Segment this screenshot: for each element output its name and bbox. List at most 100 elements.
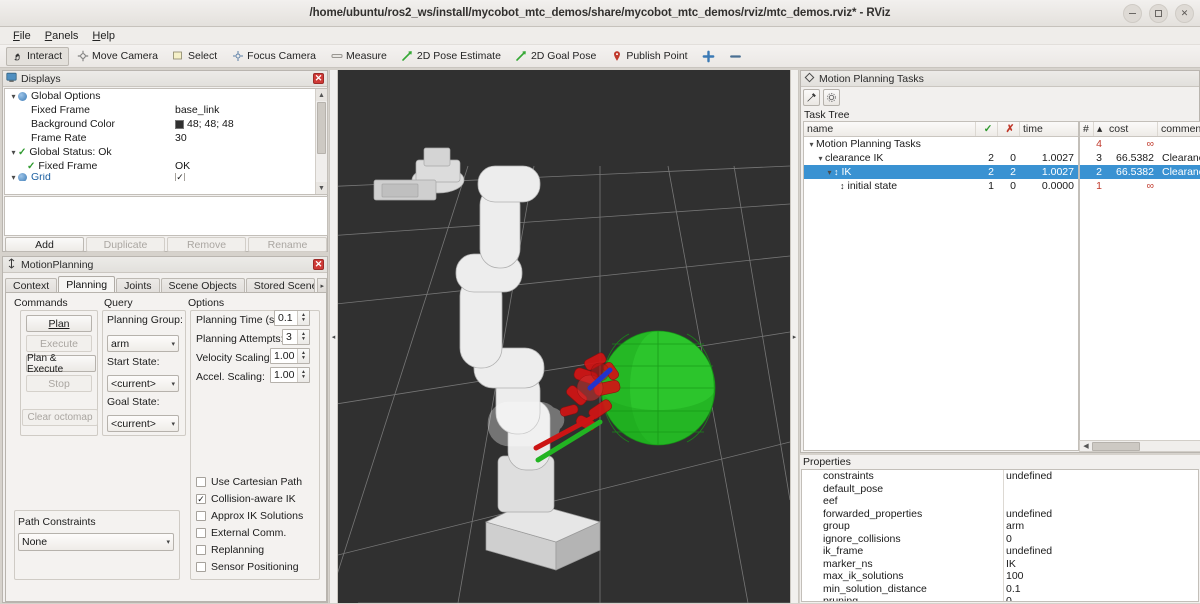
menu-help[interactable]: Help	[85, 29, 122, 43]
task-tree-table[interactable]: name ✓ ✗ time ▾ Motion Planning Tasks ▾ cl…	[803, 121, 1079, 451]
hscroll-thumb[interactable]	[1092, 441, 1140, 451]
accel-scaling-spinbox[interactable]: 1.00 ▲ ▼	[270, 367, 310, 383]
table-row[interactable]: ▾ clearance IK 2 0 1.0027	[804, 151, 1078, 165]
tool-measure[interactable]: Measure	[325, 47, 394, 66]
solutions-table[interactable]: # ▴ cost comment 4 ∞ 3 66.5382 Clearance…	[1079, 121, 1200, 451]
table-row[interactable]: ▾ Motion Planning Tasks	[804, 137, 1078, 151]
col-name[interactable]: name	[804, 122, 976, 136]
menu-file[interactable]: File	[6, 29, 38, 43]
right-panel-grabber[interactable]: ▸	[790, 70, 799, 603]
minimize-button[interactable]	[1123, 4, 1142, 23]
spinner-arrows-icon[interactable]: ▲ ▼	[297, 349, 309, 363]
start-state-select[interactable]: <current> ▾	[107, 375, 179, 392]
collision-aware-ik-checkbox[interactable]: ✓	[196, 494, 206, 504]
property-row[interactable]: group arm	[802, 520, 1198, 533]
sensor-positioning-checkbox[interactable]	[196, 562, 206, 572]
spinner-arrows-icon[interactable]: ▲ ▼	[297, 311, 309, 325]
spinner-arrows-icon[interactable]: ▲ ▼	[297, 368, 309, 382]
planning-attempts-spinbox[interactable]: 3 ▲ ▼	[282, 329, 310, 345]
col-comment[interactable]: comment	[1158, 122, 1200, 136]
goal-state-select[interactable]: <current> ▾	[107, 415, 179, 432]
col-failure[interactable]: ✗	[998, 122, 1020, 136]
tree-row-grid[interactable]: ▾ Grid ✓	[5, 173, 327, 181]
spinner-arrows-icon[interactable]: ▲ ▼	[297, 330, 309, 344]
table-row[interactable]: ▾ ↕ IK 2 2 1.0027	[804, 165, 1078, 179]
table-row[interactable]: 4 ∞	[1080, 137, 1200, 151]
displays-tree[interactable]: ▾ Global Options Fixed Frame base_link Ba…	[4, 88, 328, 195]
table-row[interactable]: ↕ initial state 1 0 0.0000	[804, 179, 1078, 193]
tabs-scroll-right-icon[interactable]: ▸	[317, 278, 327, 293]
displays-close-icon[interactable]: ✕	[313, 73, 324, 84]
property-row[interactable]: eef	[802, 495, 1198, 508]
scroll-down-icon[interactable]: ▼	[316, 182, 327, 194]
tree-row-global-status[interactable]: ▾ ✓ Global Status: Ok	[5, 145, 327, 159]
table-row[interactable]: 1 ∞	[1080, 179, 1200, 193]
close-button[interactable]: ✕	[1175, 4, 1194, 23]
property-row[interactable]: constraints undefined	[802, 470, 1198, 483]
property-row[interactable]: min_solution_distance 0.1	[802, 583, 1198, 596]
external-comm-row[interactable]: External Comm.	[196, 527, 286, 539]
add-button[interactable]: Add	[5, 237, 84, 252]
property-row[interactable]: forwarded_properties undefined	[802, 508, 1198, 521]
scrollbar-thumb[interactable]	[317, 102, 326, 154]
sensor-positioning-row[interactable]: Sensor Positioning	[196, 561, 299, 573]
table-row[interactable]: 3 66.5382 Clearance: d	[1080, 151, 1200, 165]
settings-gear-icon[interactable]	[823, 89, 840, 106]
tree-row-status-fixed-frame[interactable]: ✓ Fixed Frame OK	[5, 159, 327, 173]
tool-select[interactable]: Select	[167, 47, 224, 66]
displays-scrollbar[interactable]: ▲ ▼	[315, 89, 327, 194]
motion-planning-close-icon[interactable]: ✕	[313, 259, 324, 270]
left-panel-grabber[interactable]: ◂	[329, 70, 338, 603]
planning-time-spinbox[interactable]: 0.1 ▲ ▼	[274, 310, 310, 326]
approx-ik-solutions-row[interactable]: Approx IK Solutions	[196, 510, 303, 522]
tab-scene-objects[interactable]: Scene Objects	[160, 278, 245, 293]
tool-add[interactable]	[697, 47, 722, 66]
replanning-checkbox[interactable]	[196, 545, 206, 555]
tool-remove[interactable]	[724, 47, 749, 66]
property-row[interactable]: pruning 0	[802, 595, 1198, 601]
approx-ik-solutions-checkbox[interactable]	[196, 511, 206, 521]
external-comm-checkbox[interactable]	[196, 528, 206, 538]
tool-focus-camera[interactable]: Focus Camera	[226, 47, 323, 66]
plan-button[interactable]: Plan	[26, 315, 92, 332]
property-row[interactable]: ik_frame undefined	[802, 545, 1198, 558]
col-cost[interactable]: cost	[1106, 122, 1158, 136]
collision-aware-ik-row[interactable]: ✓ Collision-aware IK	[196, 493, 296, 505]
property-row[interactable]: marker_ns IK	[802, 558, 1198, 571]
maximize-button[interactable]	[1149, 4, 1168, 23]
tab-joints[interactable]: Joints	[116, 278, 160, 293]
col-index[interactable]: #	[1080, 122, 1094, 136]
table-row[interactable]: 2 66.5382 Clearance: d	[1080, 165, 1200, 179]
tab-stored-scene[interactable]: Stored Scene	[245, 278, 316, 293]
tool-publish-point[interactable]: Publish Point	[605, 47, 694, 66]
velocity-scaling-spinbox[interactable]: 1.00 ▲ ▼	[270, 348, 310, 364]
tree-row-background-color[interactable]: Background Color 48; 48; 48	[5, 117, 327, 131]
replanning-row[interactable]: Replanning	[196, 544, 264, 556]
use-cartesian-path-checkbox[interactable]	[196, 477, 206, 487]
col-sort-icon[interactable]: ▴	[1094, 122, 1106, 136]
scroll-up-icon[interactable]: ▲	[316, 89, 327, 101]
3d-viewport[interactable]	[338, 70, 790, 603]
property-row[interactable]: max_ik_solutions 100	[802, 570, 1198, 583]
scroll-left-icon[interactable]: ◀	[1080, 442, 1092, 450]
tree-row-frame-rate[interactable]: Frame Rate 30	[5, 131, 327, 145]
tree-row-global-options[interactable]: ▾ Global Options	[5, 89, 327, 103]
plan-and-execute-button[interactable]: Plan & Execute	[26, 353, 96, 375]
tool-2d-pose-estimate[interactable]: 2D Pose Estimate	[396, 47, 508, 66]
menu-panels[interactable]: Panels	[38, 29, 86, 43]
tool-2d-goal-pose[interactable]: 2D Goal Pose	[510, 47, 603, 66]
solutions-hscrollbar[interactable]: ◀	[1079, 440, 1200, 452]
tab-context[interactable]: Context	[5, 278, 58, 293]
tool-move-camera[interactable]: Move Camera	[71, 47, 165, 66]
tree-row-fixed-frame[interactable]: Fixed Frame base_link	[5, 103, 327, 117]
use-cartesian-path-row[interactable]: Use Cartesian Path	[196, 476, 302, 488]
tab-planning[interactable]: Planning	[58, 276, 116, 293]
properties-list[interactable]: constraints undefined default_pose eef fo…	[801, 469, 1199, 602]
col-success[interactable]: ✓	[976, 122, 998, 136]
col-time[interactable]: time	[1020, 122, 1078, 136]
planning-group-select[interactable]: arm ▾	[107, 335, 179, 352]
property-row[interactable]: ignore_collisions 0	[802, 533, 1198, 546]
grid-checkbox[interactable]: ✓	[175, 173, 185, 181]
tool-interact[interactable]: Interact	[6, 46, 70, 66]
exec-task-icon[interactable]	[803, 89, 820, 106]
